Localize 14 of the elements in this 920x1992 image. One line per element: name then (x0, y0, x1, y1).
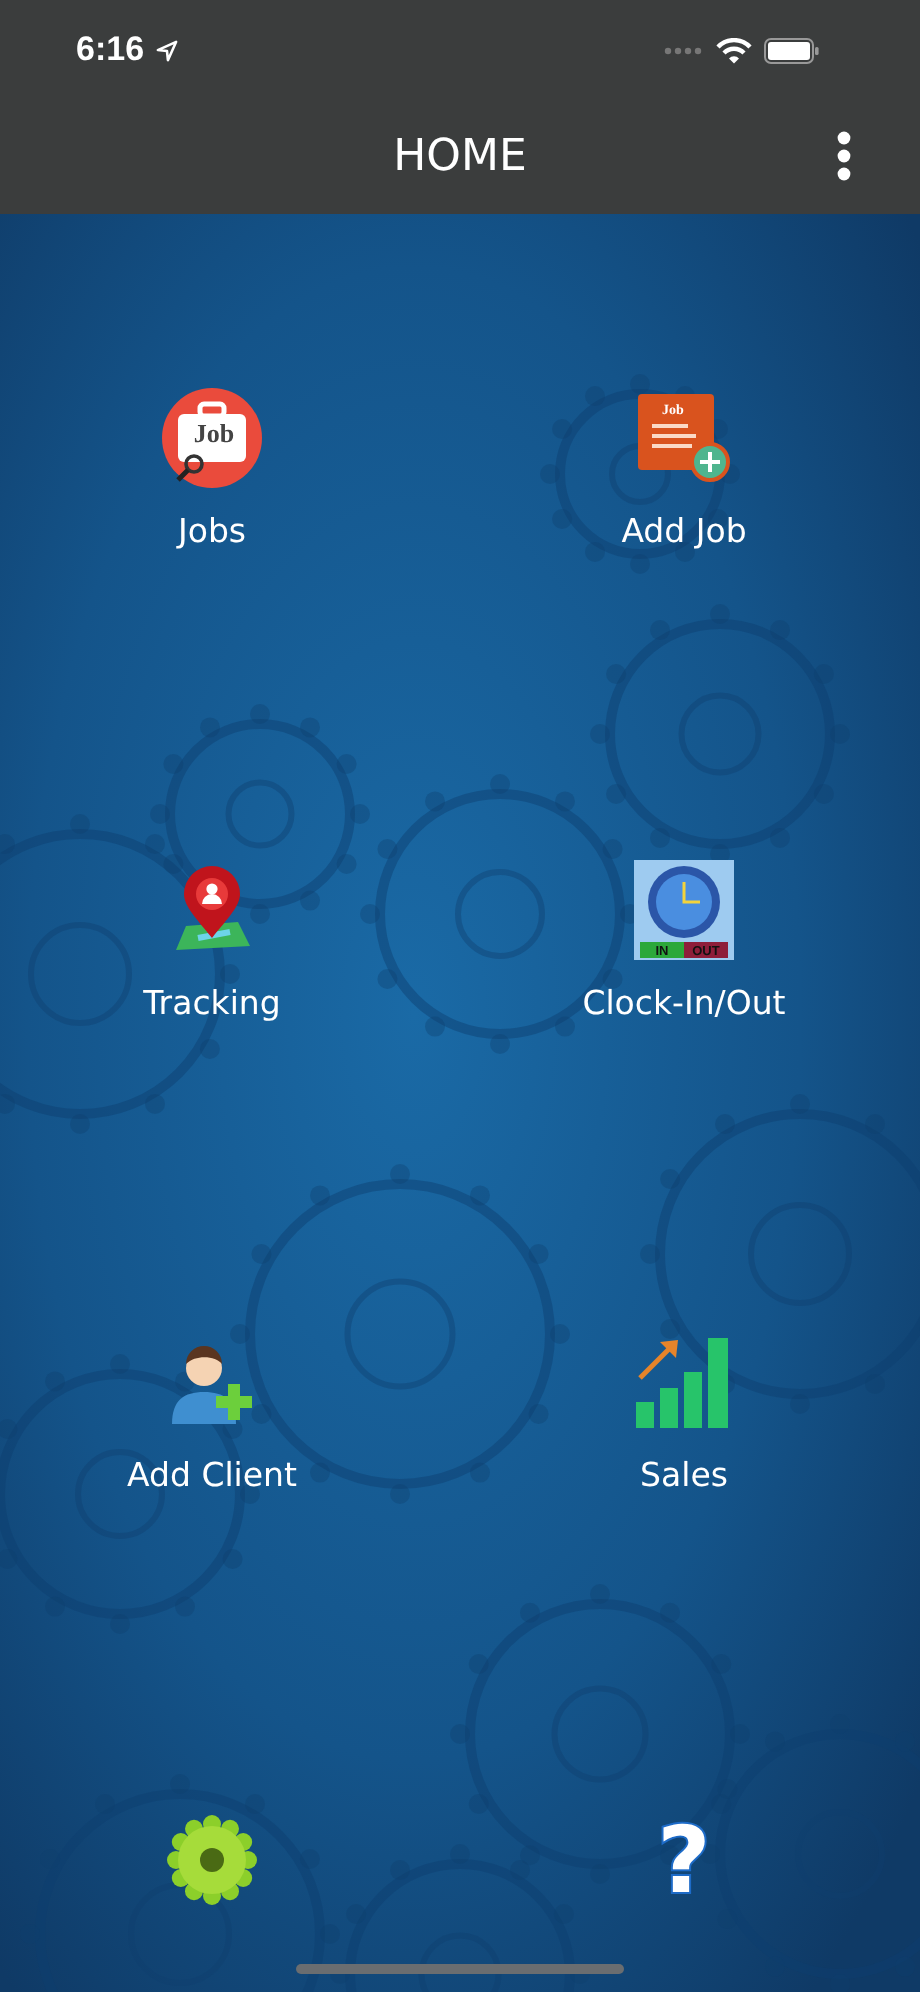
menu-tile[interactable]: Add Client (127, 1326, 297, 1518)
location-arrow-icon (156, 39, 179, 61)
menu-tile[interactable]: Sales (636, 1326, 732, 1518)
menu-tile[interactable]: Tracking (143, 854, 281, 1046)
job-search-icon: Job (160, 386, 264, 490)
signal-icon (664, 45, 704, 55)
battery-icon (764, 37, 820, 63)
status-time: 6:16 (76, 30, 145, 70)
growth-chart-icon (636, 1334, 732, 1430)
wifi-icon (716, 37, 752, 63)
menu-tile[interactable]: Job Jobs (160, 382, 264, 574)
settings-icon[interactable] (166, 1814, 258, 1906)
page-title: HOME (393, 132, 527, 182)
more-menu-icon[interactable] (836, 130, 852, 182)
